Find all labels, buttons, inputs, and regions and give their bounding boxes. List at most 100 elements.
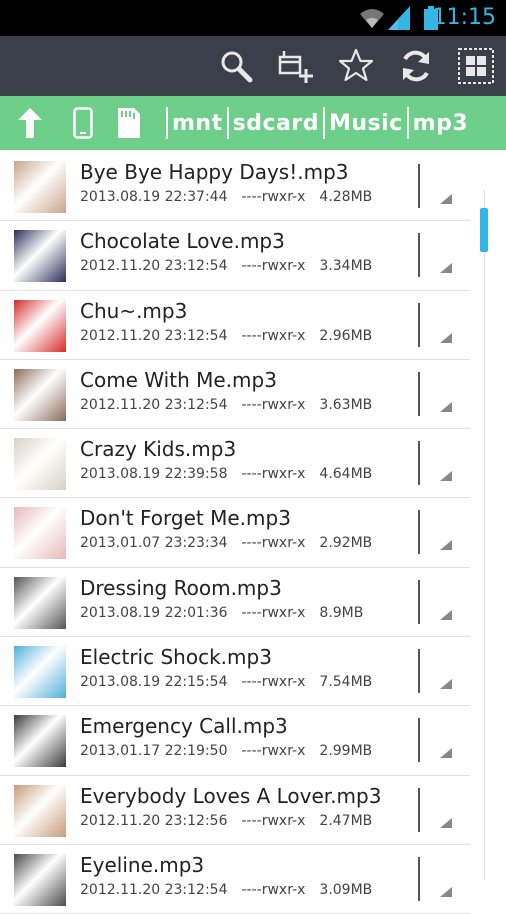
row-menu-icon[interactable] bbox=[440, 194, 452, 204]
file-size: 4.64MB bbox=[319, 466, 373, 483]
file-date: 2012.11.20 23:12:54 bbox=[80, 396, 228, 413]
favorite-button[interactable] bbox=[330, 36, 382, 96]
breadcrumb-music[interactable]: Music bbox=[329, 111, 403, 136]
file-name: Eyeline.mp3 bbox=[80, 852, 205, 877]
file-name: Chocolate Love.mp3 bbox=[80, 229, 285, 254]
file-size: 2.92MB bbox=[319, 535, 373, 552]
file-row[interactable]: Emergency Call.mp3 2013.01.17 22:19:50 ---… bbox=[0, 706, 470, 776]
refresh-button[interactable] bbox=[390, 36, 442, 96]
file-date: 2013.08.19 22:01:36 bbox=[80, 604, 228, 621]
file-row[interactable]: Come With Me.mp3 2012.11.20 23:12:54 ----r… bbox=[0, 360, 470, 430]
row-menu-icon[interactable] bbox=[440, 401, 452, 412]
file-size: 3.09MB bbox=[319, 881, 373, 898]
view-mode-button[interactable] bbox=[450, 36, 502, 96]
file-permissions: ----rwxr-x bbox=[241, 674, 306, 691]
file-name: Chu~.mp3 bbox=[80, 298, 188, 323]
file-permissions: ----rwxr-x bbox=[241, 604, 306, 621]
album-art-thumbnail bbox=[14, 438, 66, 491]
row-divider bbox=[418, 787, 420, 832]
file-permissions: ----rwxr-x bbox=[241, 535, 306, 552]
row-menu-icon[interactable] bbox=[440, 748, 452, 759]
file-permissions: ----rwxr-x bbox=[241, 189, 306, 205]
file-date: 2012.11.20 23:12:54 bbox=[80, 327, 228, 344]
sdcard-icon bbox=[118, 108, 140, 138]
scrollbar-thumb[interactable] bbox=[480, 208, 488, 252]
file-name: Dressing Room.mp3 bbox=[80, 575, 282, 600]
file-meta: 2012.11.20 23:12:54 ----rwxr-x 2.96MB bbox=[80, 328, 386, 344]
up-arrow-icon bbox=[18, 108, 42, 138]
search-icon bbox=[221, 51, 253, 83]
file-name: Don't Forget Me.mp3 bbox=[80, 506, 291, 531]
file-row[interactable]: Don't Forget Me.mp3 2013.01.07 23:23:34 --… bbox=[0, 498, 470, 568]
file-date: 2012.11.20 23:12:54 bbox=[80, 881, 228, 898]
album-art-thumbnail bbox=[14, 368, 66, 421]
file-row[interactable]: Crazy Kids.mp3 2013.08.19 22:39:58 ----rwx… bbox=[0, 429, 470, 499]
file-name: Bye Bye Happy Days!.mp3 bbox=[80, 160, 349, 184]
action-bar bbox=[0, 36, 506, 96]
album-art-thumbnail bbox=[14, 646, 66, 699]
file-meta: 2013.08.19 22:01:36 ----rwxr-x 8.9MB bbox=[80, 605, 377, 621]
grid-view-icon bbox=[458, 48, 494, 84]
row-menu-icon[interactable] bbox=[440, 471, 452, 482]
row-menu-icon[interactable] bbox=[440, 332, 452, 343]
add-window-button[interactable] bbox=[270, 36, 322, 96]
file-meta: 2013.08.19 22:39:58 ----rwxr-x 4.64MB bbox=[80, 466, 386, 482]
row-divider bbox=[418, 164, 420, 208]
file-date: 2013.08.19 22:39:58 bbox=[80, 466, 228, 483]
file-list: Bye Bye Happy Days!.mp3 2013.08.19 22:37:… bbox=[0, 152, 470, 914]
row-menu-icon[interactable] bbox=[440, 817, 452, 828]
file-meta: 2013.01.17 22:19:50 ----rwxr-x 2.99MB bbox=[80, 743, 386, 759]
file-row[interactable]: Chu~.mp3 2012.11.20 23:12:54 ----rwxr-x 2.9… bbox=[0, 291, 470, 360]
row-divider bbox=[418, 441, 420, 486]
search-button[interactable] bbox=[210, 36, 262, 96]
file-permissions: ----rwxr-x bbox=[241, 396, 306, 413]
breadcrumb-separator bbox=[166, 107, 168, 139]
signal-icon bbox=[388, 6, 410, 30]
path-bar: mnt sdcard Music mp3 bbox=[0, 96, 506, 150]
album-art-thumbnail bbox=[14, 715, 66, 768]
breadcrumb-mp3[interactable]: mp3 bbox=[413, 111, 468, 136]
file-meta: 2012.11.20 23:12:56 ----rwxr-x 2.47MB bbox=[80, 813, 386, 829]
file-row[interactable]: Everybody Loves A Lover.mp3 2012.11.20 23… bbox=[0, 776, 470, 845]
breadcrumb-separator bbox=[406, 107, 409, 139]
breadcrumb-sdcard[interactable]: sdcard bbox=[233, 111, 319, 136]
file-row[interactable]: Dressing Room.mp3 2013.08.19 22:01:36 ----… bbox=[0, 568, 470, 638]
file-date: 2012.11.20 23:12:56 bbox=[80, 812, 228, 829]
file-row[interactable]: Chocolate Love.mp3 2012.11.20 23:12:54 ---… bbox=[0, 221, 470, 291]
album-art-thumbnail bbox=[14, 576, 66, 629]
breadcrumb-mnt[interactable]: mnt bbox=[172, 111, 223, 136]
row-divider bbox=[418, 649, 420, 694]
file-name: Electric Shock.mp3 bbox=[80, 645, 272, 670]
file-size: 2.47MB bbox=[319, 812, 373, 829]
album-art-thumbnail bbox=[14, 784, 66, 837]
album-art-thumbnail bbox=[14, 161, 66, 213]
file-permissions: ----rwxr-x bbox=[241, 258, 306, 275]
row-divider bbox=[418, 579, 420, 624]
row-menu-icon[interactable] bbox=[440, 886, 452, 897]
sdcard-button[interactable] bbox=[112, 96, 146, 150]
file-row[interactable]: Electric Shock.mp3 2013.08.19 22:15:54 ---… bbox=[0, 637, 470, 707]
file-name: Crazy Kids.mp3 bbox=[80, 437, 237, 462]
file-row[interactable]: Eyeline.mp3 2012.11.20 23:12:54 ----rwxr-x… bbox=[0, 845, 470, 914]
wifi-icon bbox=[360, 9, 384, 28]
file-permissions: ----rwxr-x bbox=[241, 743, 306, 760]
phone-storage-button[interactable] bbox=[66, 96, 100, 150]
row-divider bbox=[418, 371, 420, 416]
star-icon bbox=[338, 48, 374, 82]
row-menu-icon[interactable] bbox=[440, 540, 452, 551]
scrollbar-track bbox=[484, 190, 485, 880]
row-menu-icon[interactable] bbox=[440, 263, 452, 274]
album-art-thumbnail bbox=[14, 299, 66, 352]
album-art-thumbnail bbox=[14, 230, 66, 283]
row-divider bbox=[418, 856, 420, 901]
breadcrumb-separator bbox=[322, 107, 325, 139]
file-meta: 2013.08.19 22:15:54 ----rwxr-x 7.54MB bbox=[80, 674, 386, 690]
row-menu-icon[interactable] bbox=[440, 679, 452, 690]
row-menu-icon[interactable] bbox=[440, 609, 452, 620]
breadcrumb: mnt sdcard Music mp3 bbox=[162, 96, 468, 150]
file-row[interactable]: Bye Bye Happy Days!.mp3 2013.08.19 22:37:… bbox=[0, 152, 470, 222]
file-name: Come With Me.mp3 bbox=[80, 367, 277, 392]
up-directory-button[interactable] bbox=[12, 96, 48, 150]
file-permissions: ----rwxr-x bbox=[241, 812, 306, 829]
row-divider bbox=[418, 718, 420, 763]
